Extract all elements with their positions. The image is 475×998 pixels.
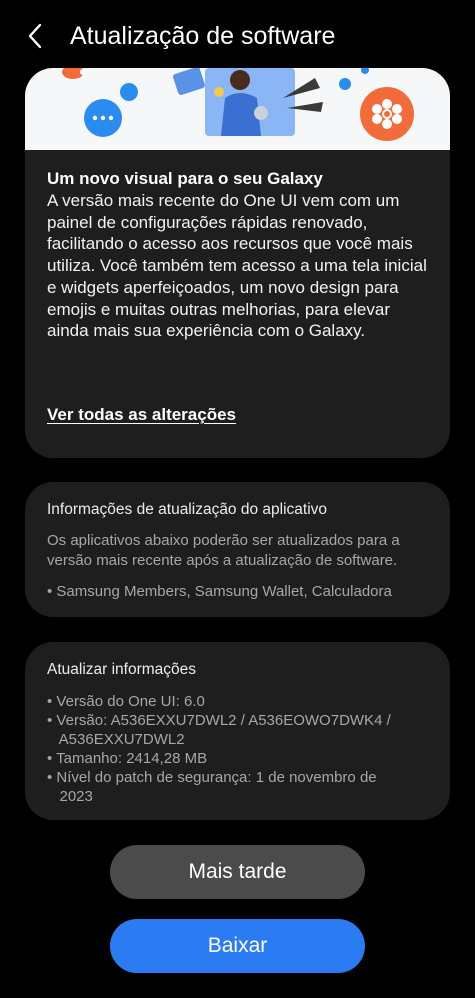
info-item-version: • Versão: A536EXXU7DWL2 / A536EOWO7DWK4 … xyxy=(47,712,391,729)
info-item-size: • Tamanho: 2414,28 MB xyxy=(47,750,208,767)
info-item-security-patch-cont: 2023 xyxy=(47,788,93,805)
app-update-list: • Samsung Members, Samsung Wallet, Calcu… xyxy=(47,583,392,600)
back-arrow-icon xyxy=(28,23,42,49)
update-description: A versão mais recente do One UI vem com … xyxy=(47,191,427,341)
update-info-title: Atualizar informações xyxy=(47,661,197,678)
app-update-info-card: Informações de atualização do aplicativo… xyxy=(25,482,450,617)
update-info-list: • Versão do One UI: 6.0 • Versão: A536EX… xyxy=(47,692,437,806)
info-item-one-ui-version: • Versão do One UI: 6.0 xyxy=(47,693,205,710)
back-button[interactable] xyxy=(18,18,54,54)
later-button[interactable]: Mais tarde xyxy=(110,845,365,899)
download-button[interactable]: Baixar xyxy=(110,919,365,973)
app-header: Atualização de software xyxy=(0,0,475,70)
info-item-security-patch: • Nível do patch de segurança: 1 de nove… xyxy=(47,769,377,786)
app-update-info-title: Informações de atualização do aplicativo xyxy=(47,501,328,518)
chat-bubble-icon xyxy=(84,83,138,137)
update-description-card: Um novo visual para o seu Galaxy A versã… xyxy=(25,68,450,458)
flower-icon xyxy=(360,87,414,141)
update-info-card: Atualizar informações • Versão do One UI… xyxy=(25,642,450,820)
update-headline: Um novo visual para o seu Galaxy xyxy=(47,169,323,188)
page-title: Atualização de software xyxy=(70,22,336,50)
info-item-version-cont: A536EXXU7DWL2 xyxy=(47,731,185,748)
update-banner-illustration xyxy=(25,68,450,150)
app-update-info-body: Os aplicativos abaixo poderão ser atuali… xyxy=(47,532,400,569)
see-all-changes-link[interactable]: Ver todas as alterações xyxy=(47,405,236,425)
